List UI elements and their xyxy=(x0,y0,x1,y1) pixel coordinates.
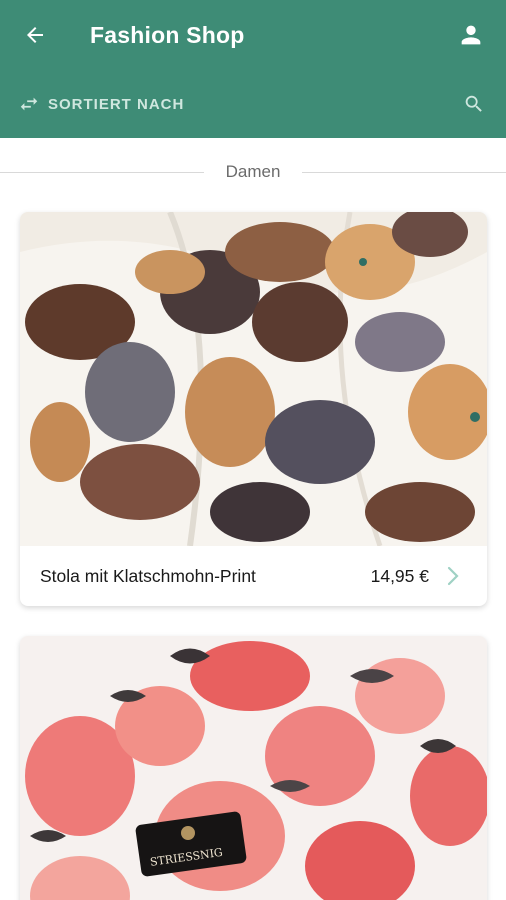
sort-label: SORTIERT NACH xyxy=(48,95,185,113)
person-icon xyxy=(461,25,481,45)
product-image[interactable]: STRIESSNIG xyxy=(20,636,487,900)
product-card[interactable]: STRIESSNIG xyxy=(20,636,487,900)
section-header: Damen xyxy=(0,160,506,186)
product-name: Stola mit Klatschmohn-Print xyxy=(40,566,256,586)
app-bar: Fashion Shop SORTIERT NACH xyxy=(0,0,506,138)
scarf-poppy-print-image xyxy=(20,212,487,546)
account-button[interactable] xyxy=(454,18,488,52)
divider-right xyxy=(302,172,506,173)
app-bar-bottom-row: SORTIERT NACH xyxy=(0,80,506,128)
back-button[interactable] xyxy=(18,18,52,52)
product-footer: Stola mit Klatschmohn-Print 14,95 € xyxy=(20,546,487,606)
search-button[interactable] xyxy=(458,88,490,120)
arrow-left-icon xyxy=(27,27,43,43)
product-card[interactable]: Stola mit Klatschmohn-Print 14,95 € xyxy=(20,212,487,606)
product-image[interactable] xyxy=(20,212,487,546)
scarf-red-rose-print-image: STRIESSNIG xyxy=(20,636,487,900)
app-title: Fashion Shop xyxy=(90,22,245,48)
chevron-right-icon[interactable] xyxy=(445,565,461,587)
sort-button[interactable]: SORTIERT NACH xyxy=(18,90,184,118)
swap-arrows-icon xyxy=(20,97,38,111)
search-icon xyxy=(465,95,482,112)
app-bar-top-row: Fashion Shop xyxy=(0,0,506,72)
product-price: 14,95 € xyxy=(370,566,429,586)
